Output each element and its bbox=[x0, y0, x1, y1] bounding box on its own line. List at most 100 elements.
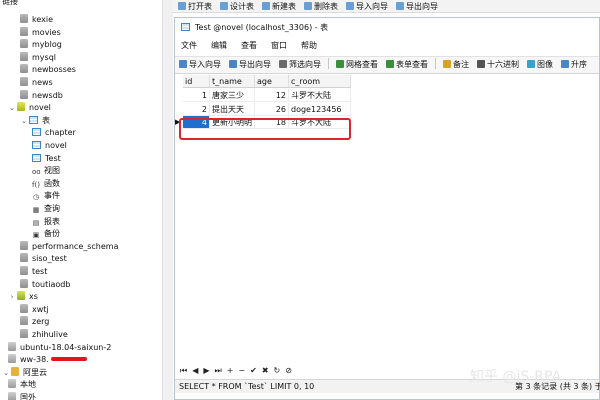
table-toolbar-button[interactable]: 表单查看 bbox=[386, 57, 428, 73]
tree-item[interactable]: myblog bbox=[20, 39, 62, 51]
tree-item[interactable]: toutiaodb bbox=[20, 278, 70, 291]
tree-item[interactable]: siso_test bbox=[20, 253, 67, 265]
toolbar-label: 新建表 bbox=[272, 2, 296, 11]
table-cell[interactable]: 提出天天 bbox=[210, 102, 255, 116]
table-toolbar-button[interactable]: 备注 bbox=[443, 57, 469, 73]
object-icon: ◷ bbox=[32, 193, 40, 202]
toolbar-icon bbox=[336, 60, 344, 68]
table-toolbar-button[interactable]: 筛选向导 bbox=[279, 57, 321, 73]
toolbar-label: 删除表 bbox=[314, 2, 338, 11]
tree-item[interactable]: performance_schema bbox=[20, 240, 119, 253]
table-cell[interactable]: doge123456 bbox=[289, 102, 351, 116]
tree-item-label: xwtj bbox=[32, 304, 49, 314]
tree-item[interactable]: ◷ 事件 bbox=[32, 190, 60, 202]
database-icon bbox=[20, 266, 28, 275]
table-cell[interactable]: 唐家三少 bbox=[210, 89, 255, 102]
toolbar-icon bbox=[527, 60, 535, 68]
table-toolbar-button[interactable]: 导出向导 bbox=[229, 57, 271, 73]
tree-item[interactable]: ubuntu-18.04-saixun-2 bbox=[8, 341, 111, 354]
nav-control-icon[interactable]: ✖ bbox=[262, 365, 269, 377]
tree-item[interactable]: › xs bbox=[8, 291, 38, 303]
database-icon bbox=[20, 26, 28, 36]
tree-item[interactable]: ⌄ 阿里云 bbox=[2, 366, 47, 379]
tree-item[interactable]: xwtj bbox=[20, 303, 49, 316]
tree-item[interactable]: zerg bbox=[20, 316, 49, 328]
tree-item[interactable]: novel bbox=[32, 140, 67, 152]
expand-toggle-icon[interactable]: ⌄ bbox=[2, 367, 10, 379]
nav-control-icon[interactable]: ✔ bbox=[250, 365, 257, 377]
expand-toggle-icon[interactable]: ⌄ bbox=[8, 102, 16, 114]
tree-item[interactable]: kexie bbox=[20, 14, 53, 26]
nav-control-icon[interactable]: ⏮ bbox=[180, 365, 187, 377]
main-toolbar-button[interactable]: 打开表 bbox=[178, 0, 212, 13]
nav-control-icon[interactable]: ▶ bbox=[203, 365, 209, 377]
tree-item[interactable]: chapter bbox=[32, 127, 76, 139]
table-toolbar-button[interactable]: 升序 bbox=[561, 57, 587, 73]
table-cell[interactable]: 斗罗不大陆 bbox=[289, 89, 351, 102]
expand-toggle-icon[interactable]: › bbox=[8, 291, 16, 303]
table-toolbar-button[interactable]: 导入向导 bbox=[179, 57, 221, 73]
column-header[interactable]: id bbox=[183, 75, 210, 88]
table-cell[interactable]: 2 bbox=[183, 102, 210, 116]
connection-tree[interactable]: 链接 kexie movies myblog mysql newbosses news new… bbox=[0, 0, 163, 400]
nav-control-icon[interactable]: − bbox=[238, 365, 245, 377]
column-header[interactable]: t_name bbox=[210, 75, 255, 88]
nav-control-icon[interactable]: ◀ bbox=[192, 365, 198, 377]
database-icon bbox=[20, 89, 28, 99]
main-toolbar-button[interactable]: 导出向导 bbox=[396, 0, 438, 13]
tree-item[interactable]: ww-38. bbox=[8, 354, 87, 366]
main-toolbar-button[interactable]: 设计表 bbox=[220, 0, 254, 13]
tree-item[interactable]: ▣ 备份 bbox=[32, 228, 60, 240]
database-icon bbox=[20, 39, 28, 49]
tree-item[interactable]: 国外 bbox=[8, 392, 36, 400]
main-toolbar-button[interactable]: 删除表 bbox=[304, 0, 338, 13]
status-sql: SELECT * FROM `Test` LIMIT 0, 10 bbox=[179, 382, 315, 391]
tree-item[interactable]: mysql bbox=[20, 51, 56, 64]
table-cell[interactable]: 12 bbox=[255, 89, 289, 102]
tree-item[interactable]: newbosses bbox=[20, 64, 76, 76]
tree-item[interactable]: test bbox=[20, 266, 47, 278]
menu-item[interactable]: 编辑 bbox=[211, 39, 227, 53]
menu-item[interactable]: 文件 bbox=[181, 39, 197, 53]
nav-control-icon[interactable]: ↻ bbox=[274, 365, 281, 377]
main-toolbar-button[interactable]: 新建表 bbox=[262, 0, 296, 13]
menu-item[interactable]: 帮助 bbox=[301, 39, 317, 53]
tree-item[interactable]: news bbox=[20, 77, 53, 89]
table-toolbar: 导入向导 导出向导 筛选向导 网格查看 表单查看 备注 十六进制 图像 升序 bbox=[175, 56, 599, 74]
tree-item-label: news bbox=[32, 78, 53, 87]
toolbar-icon bbox=[178, 2, 186, 10]
toolbar-label: 导出向导 bbox=[239, 60, 271, 69]
table-cell[interactable]: 1 bbox=[183, 89, 210, 102]
tree-item[interactable]: zhihulive bbox=[20, 329, 68, 341]
nav-control-icon[interactable]: ⊘ bbox=[285, 365, 292, 377]
database-icon bbox=[17, 102, 25, 112]
tree-item-label: movies bbox=[32, 27, 61, 37]
table-cell[interactable]: 26 bbox=[255, 102, 289, 116]
menu-bar: 文件 编辑 查看 窗口 帮助 bbox=[175, 39, 599, 53]
tree-item[interactable]: Test bbox=[32, 153, 61, 165]
tree-item[interactable]: ⌄ novel bbox=[8, 102, 51, 114]
database-icon bbox=[20, 64, 28, 74]
column-header[interactable]: c_room bbox=[289, 75, 351, 88]
tree-item[interactable]: ▦ 查询 bbox=[32, 203, 60, 215]
table-toolbar-button[interactable]: 网格查看 bbox=[336, 57, 378, 73]
nav-control-icon[interactable]: + bbox=[227, 365, 234, 377]
nav-control-icon[interactable]: ⏭ bbox=[215, 365, 222, 377]
main-toolbar-button[interactable]: 导入向导 bbox=[346, 0, 388, 13]
tree-item[interactable]: newsdb bbox=[20, 89, 63, 102]
tree-item[interactable]: ▤ 报表 bbox=[32, 216, 60, 228]
tree-item[interactable]: f() 函数 bbox=[32, 178, 60, 190]
toolbar-icon bbox=[220, 2, 228, 10]
tree-item[interactable]: 本地 bbox=[8, 379, 36, 391]
table-icon bbox=[32, 141, 41, 149]
tree-item[interactable]: ⌄ 表 bbox=[20, 115, 50, 127]
tree-item[interactable]: movies bbox=[20, 26, 61, 39]
tree-scrollbar[interactable] bbox=[162, 0, 173, 400]
tree-item[interactable]: oo 视图 bbox=[32, 165, 60, 177]
menu-item[interactable]: 查看 bbox=[241, 39, 257, 53]
table-toolbar-button[interactable]: 图像 bbox=[527, 57, 553, 73]
column-header[interactable]: age bbox=[255, 75, 289, 88]
expand-toggle-icon[interactable]: ⌄ bbox=[20, 115, 28, 127]
table-toolbar-button[interactable]: 十六进制 bbox=[477, 57, 519, 73]
menu-item[interactable]: 窗口 bbox=[271, 39, 287, 53]
